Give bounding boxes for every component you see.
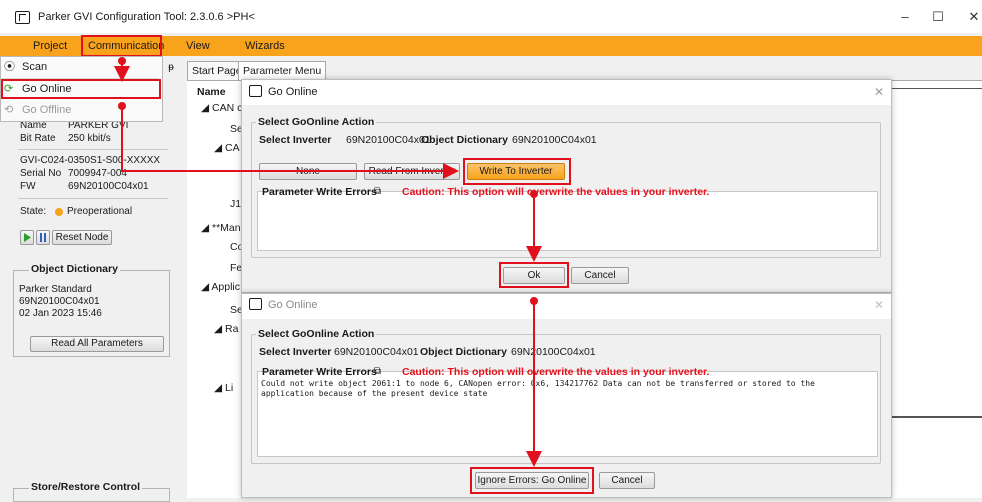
state-value: Preoperational — [67, 206, 133, 217]
object-dictionary-label: Object Dictionary — [421, 134, 508, 146]
state-dot-icon — [55, 208, 63, 216]
serial-value: 7009947-004 — [68, 168, 127, 179]
copy-icon[interactable]: ⧉ — [374, 366, 381, 377]
menu-item-scan[interactable]: ⦿ Scan — [0, 57, 161, 78]
object-dictionary-title: Object Dictionary — [29, 263, 120, 275]
tree-header-name: Name — [197, 86, 226, 98]
dialog-title: Go Online — [268, 86, 318, 98]
menu-wizards[interactable]: Wizards — [245, 36, 285, 56]
play-icon — [24, 233, 31, 242]
parker-logo-icon — [249, 85, 262, 97]
tree-item[interactable]: ◢ CAN c — [201, 102, 242, 114]
od-version: 69N20100C04x01 — [19, 296, 100, 307]
fw-value: 69N20100C04x01 — [68, 181, 149, 192]
inverter-value: 69N20100C04x01 — [334, 346, 419, 358]
menu-project[interactable]: Project — [33, 36, 67, 56]
write-errors-box — [257, 191, 878, 251]
none-button[interactable]: None — [259, 163, 357, 180]
menu-item-go-offline[interactable]: ⟲ Go Offline — [0, 100, 161, 121]
store-restore-title: Store/Restore Control — [29, 481, 143, 493]
play-button[interactable] — [20, 230, 34, 245]
od-vendor: Parker Standard — [19, 284, 92, 295]
tree-item[interactable]: ◢ Ra — [214, 323, 238, 335]
divider — [18, 198, 168, 199]
tree-item[interactable]: ◢ CA — [214, 142, 240, 154]
go-offline-icon: ⟲ — [4, 104, 14, 116]
cancel-button[interactable]: Cancel — [599, 472, 655, 489]
select-inverter-label: Select Inverter — [259, 134, 332, 146]
bitrate-label: Bit Rate — [20, 133, 56, 144]
dialog-close-icon[interactable]: ✕ — [874, 298, 884, 312]
error-message-line: application because of the present devic… — [261, 389, 488, 398]
tree-line — [892, 416, 982, 418]
scan-icon: ⦿ — [4, 61, 15, 73]
dialog-title: Go Online — [268, 299, 318, 311]
dialog-close-icon[interactable]: ✕ — [874, 85, 884, 99]
tab-parameter-menu[interactable]: Parameter Menu — [238, 61, 327, 80]
bitrate-value: 250 kbit/s — [68, 133, 111, 144]
pause-button[interactable] — [36, 230, 50, 245]
go-online-highlight — [1, 79, 161, 99]
pause-icon — [40, 233, 46, 242]
dialog-header — [242, 294, 891, 319]
write-to-inverter-highlight — [463, 158, 571, 185]
divider — [18, 149, 168, 150]
inverter-value: 69N20100C04x01 — [346, 134, 431, 146]
serial-label: Serial No — [20, 168, 62, 179]
tree-line — [883, 88, 982, 89]
cancel-button[interactable]: Cancel — [571, 267, 629, 284]
fw-label: FW — [20, 181, 36, 192]
dialog-header — [242, 80, 891, 105]
parker-logo-icon — [15, 11, 30, 24]
ok-highlight — [499, 262, 569, 288]
od-value: 69N20100C04x01 — [512, 134, 597, 146]
od-value: 69N20100C04x01 — [511, 346, 596, 358]
caution-text: Caution: This option will overwrite the … — [402, 366, 710, 378]
error-message-line: Could not write object 2061:1 to node 6,… — [261, 379, 815, 388]
maximize-button[interactable]: ☐ — [926, 6, 950, 28]
read-from-inverter-button[interactable]: Read From Inverter — [364, 163, 460, 180]
close-button[interactable]: ✕ — [962, 6, 982, 28]
read-all-parameters-button[interactable]: Read All Parameters — [30, 336, 164, 352]
menu-view[interactable]: View — [186, 36, 210, 56]
device-model: GVI-C024-0350S1-S00-XXXXX — [20, 155, 161, 166]
caution-text: Caution: This option will overwrite the … — [402, 186, 710, 198]
tree-item[interactable]: ◢ **Man — [201, 222, 241, 234]
pin-icon[interactable]: ᵽ — [162, 59, 180, 77]
state-label: State: — [20, 206, 47, 217]
communication-highlight — [81, 35, 162, 57]
write-errors-label: Parameter Write Errors — [262, 186, 377, 198]
od-date: 02 Jan 2023 15:46 — [19, 308, 102, 319]
tree-item[interactable]: J1 — [230, 198, 241, 210]
copy-icon[interactable]: ⧉ — [374, 186, 381, 197]
group-title: Select GoOnline Action — [256, 116, 377, 128]
tree-item[interactable]: ◢ Applic — [201, 281, 240, 293]
parker-logo-icon — [249, 298, 262, 310]
window-title: Parker GVI Configuration Tool: 2.3.0.6 >… — [38, 11, 255, 23]
group-title: Select GoOnline Action — [256, 328, 377, 340]
tree-item[interactable]: ◢ Li — [214, 382, 233, 394]
minimize-button[interactable]: – — [893, 6, 917, 28]
object-dictionary-label: Object Dictionary — [420, 346, 507, 358]
reset-node-button[interactable]: Reset Node — [52, 230, 112, 245]
select-inverter-label: Select Inverter — [259, 346, 332, 358]
ignore-errors-highlight — [470, 467, 594, 494]
write-errors-label: Parameter Write Errors — [262, 366, 377, 378]
